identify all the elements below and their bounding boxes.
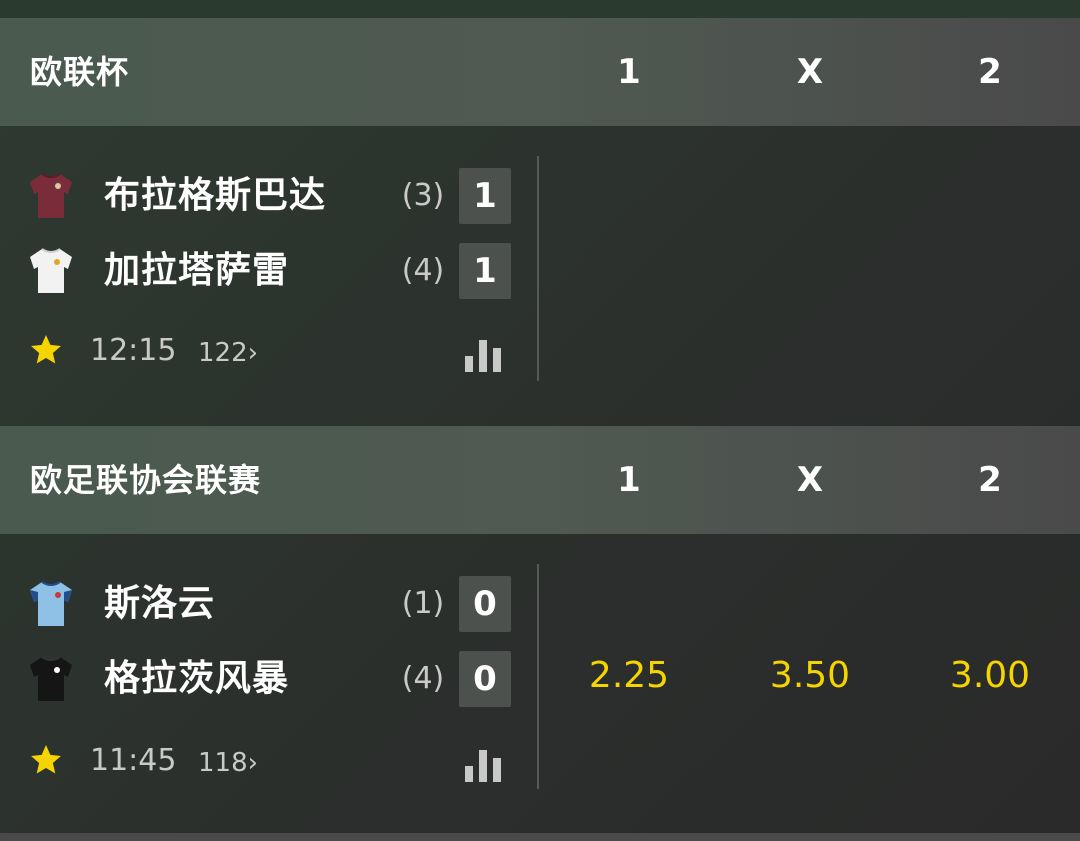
odds-home-button[interactable]: 2.25 [559,646,699,706]
match-meta-row: 12:15 122› [0,326,520,376]
markets-link[interactable]: 122› [198,328,258,378]
star-icon[interactable] [28,332,64,368]
black-shirt-icon [30,656,72,701]
top-strip [0,0,1080,18]
home-score: 1 [459,168,511,224]
white-shirt-icon [30,248,72,293]
column-divider [537,564,539,789]
league-header-europa[interactable]: 欧联杯 1 X 2 [0,18,1080,126]
home-team-name: 布拉格斯巴达 [104,175,327,216]
away-score: 1 [459,243,511,299]
home-team-seed: (1) [401,586,445,621]
star-icon[interactable] [28,742,64,778]
match-card[interactable]: 布拉格斯巴达 (3) 1 加拉塔萨雷 (4) 1 12:15 122› [0,126,1080,426]
home-team-row: 斯洛云 (1) 0 [0,574,520,634]
column-home: 1 [617,52,641,92]
away-team-seed: (4) [401,661,445,696]
column-divider [537,156,539,381]
home-team-row: 布拉格斯巴达 (3) 1 [0,166,520,226]
markets-count: 122 [198,338,248,368]
league-header-conference[interactable]: 欧足联协会联赛 1 X 2 [0,426,1080,534]
maroon-shirt-icon [30,173,72,218]
chevron-right-icon: › [247,338,259,368]
league-name: 欧联杯 [30,53,130,91]
match-list-screen: 欧联杯 1 X 2 布拉格斯巴达 (3) 1 加拉塔萨雷 (4) 1 12:15… [0,0,1080,841]
light-blue-shirt-icon [30,581,72,626]
match-time: 12:15 [90,333,177,368]
league-name: 欧足联协会联赛 [30,461,262,499]
odds-away-button[interactable]: 3.00 [920,646,1060,706]
away-team-name: 格拉茨风暴 [104,658,290,699]
away-team-name: 加拉塔萨雷 [104,250,290,291]
match-card[interactable]: 斯洛云 (1) 0 格拉茨风暴 (4) 0 11:45 118› 2.25 3.… [0,534,1080,834]
markets-link[interactable]: 118› [198,738,258,788]
match-meta-row: 11:45 118› [0,736,520,786]
odds-draw-button[interactable]: 3.50 [740,646,880,706]
home-score: 0 [459,576,511,632]
home-team-seed: (3) [401,178,445,213]
bottom-strip [0,833,1080,841]
away-team-seed: (4) [401,253,445,288]
away-team-row: 格拉茨风暴 (4) 0 [0,649,520,709]
column-home: 1 [617,460,641,500]
column-draw: X [796,52,824,92]
away-team-row: 加拉塔萨雷 (4) 1 [0,241,520,301]
markets-count: 118 [198,748,248,778]
home-team-name: 斯洛云 [104,583,216,624]
stats-icon[interactable] [464,744,502,782]
away-score: 0 [459,651,511,707]
column-away: 2 [978,52,1002,92]
stats-icon[interactable] [464,334,502,372]
column-draw: X [796,460,824,500]
column-away: 2 [978,460,1002,500]
chevron-right-icon: › [247,748,259,778]
match-time: 11:45 [90,743,177,778]
